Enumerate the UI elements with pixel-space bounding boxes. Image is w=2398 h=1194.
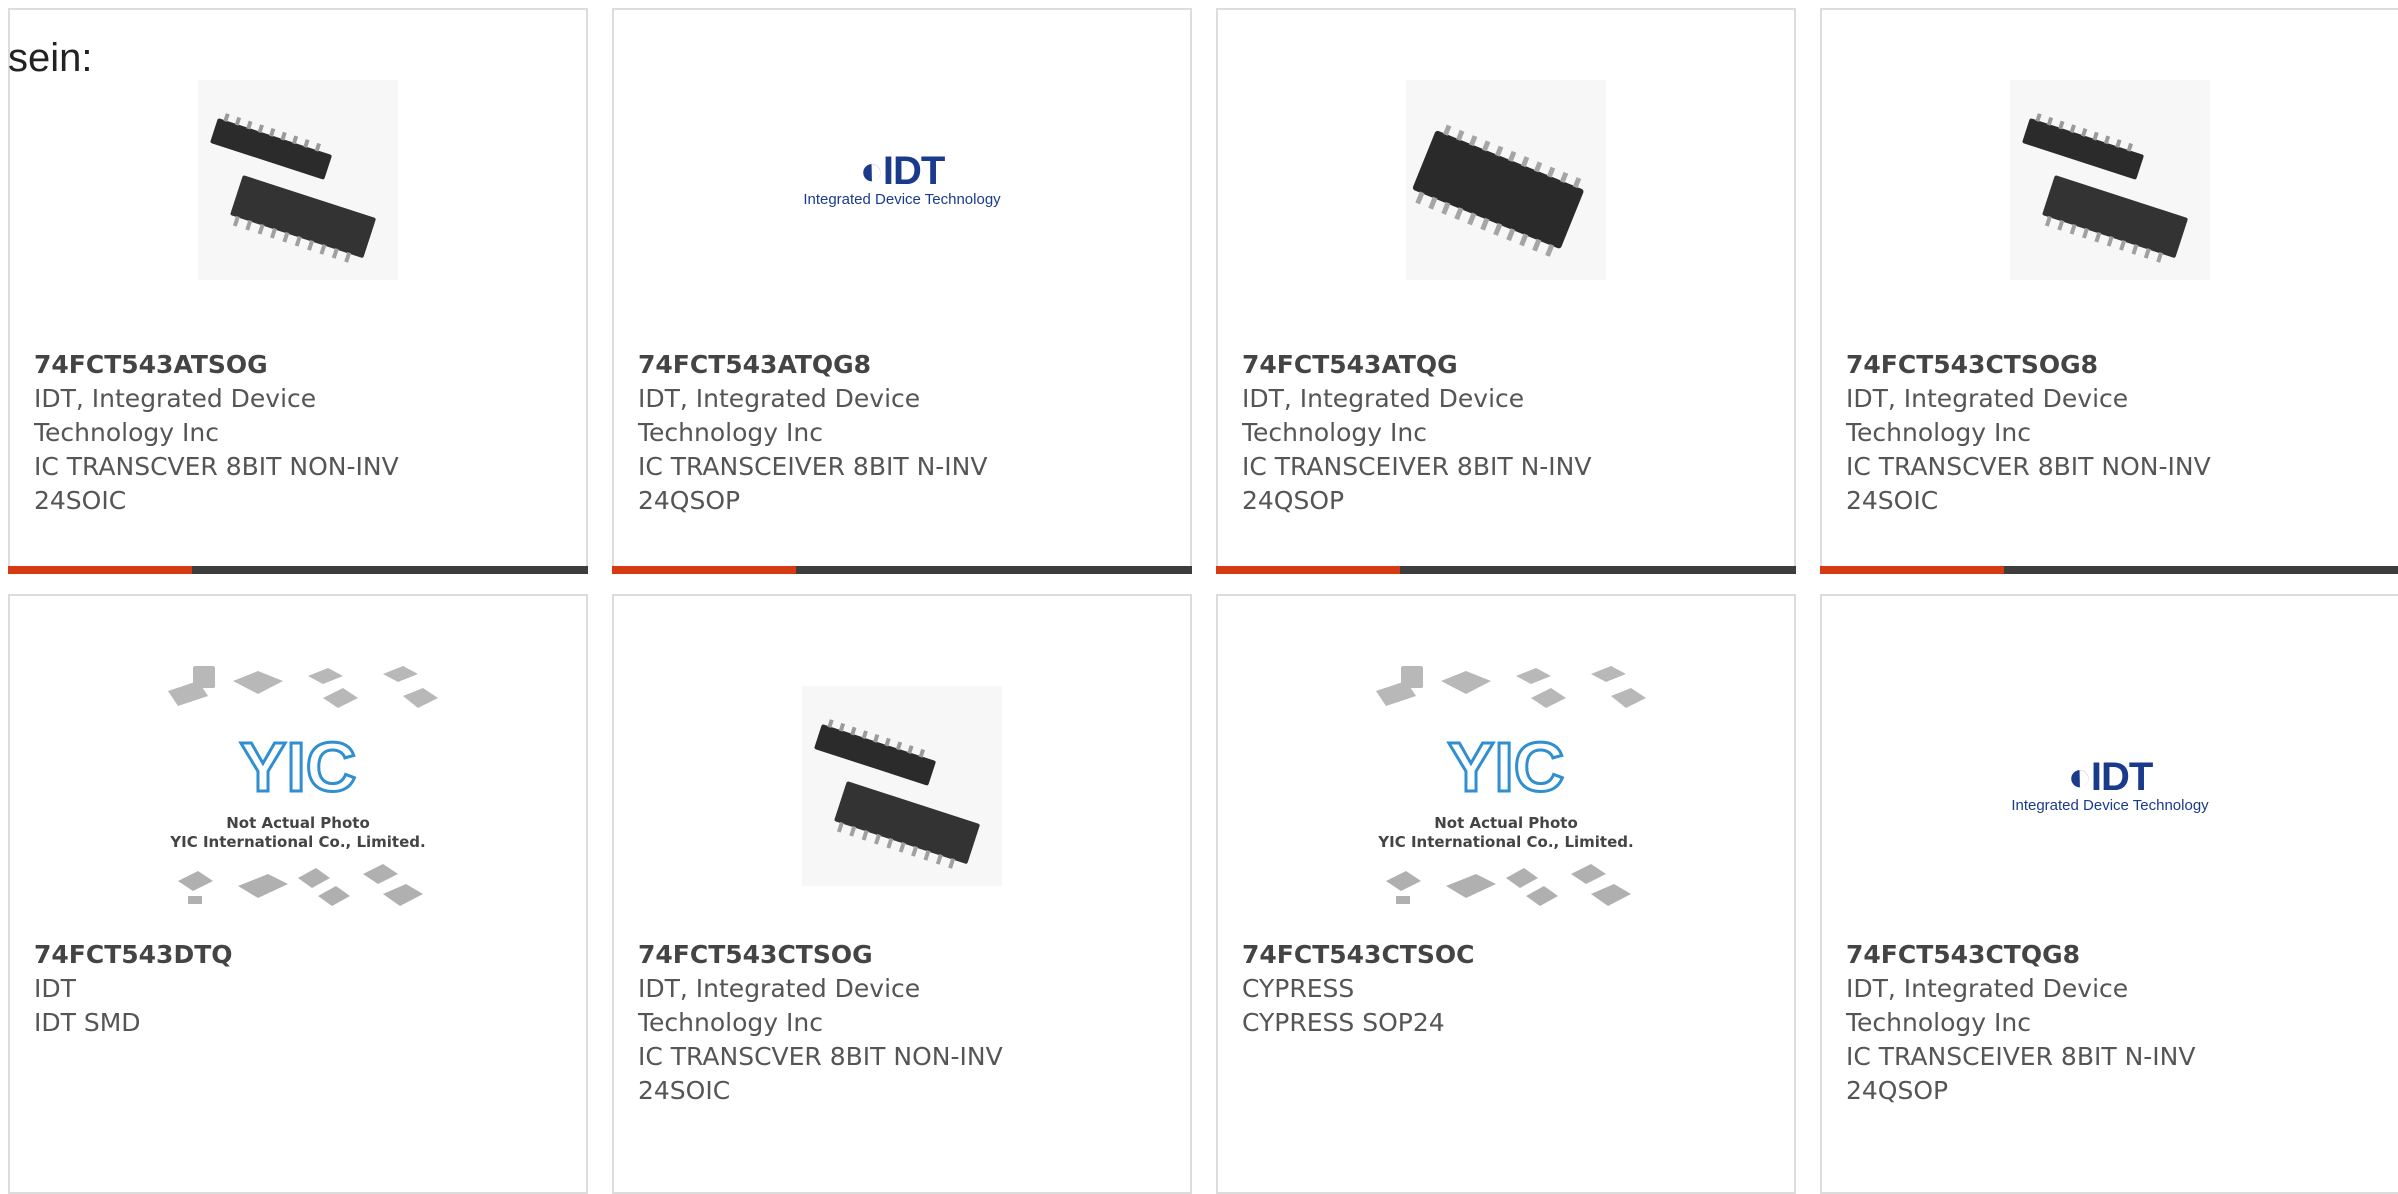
product-image[interactable]: [10, 70, 586, 290]
product-info: 74FCT543CTQG8 IDT, Integrated Device Tec…: [1846, 938, 2382, 1108]
product-info: 74FCT543ATSOG IDT, Integrated Device Tec…: [34, 348, 570, 518]
manufacturer-line: Technology Inc: [1846, 1008, 2031, 1037]
svg-text:Not Actual Photo: Not Actual Photo: [226, 814, 370, 832]
product-image[interactable]: ◐IDT Integrated Device Technology: [1822, 636, 2398, 936]
product-image[interactable]: ◐IDT Integrated Device Technology: [614, 70, 1190, 290]
page-heading: sein:: [8, 36, 93, 80]
description-line: IC TRANSCVER 8BIT NON-INV: [34, 452, 399, 481]
manufacturer-line: Technology Inc: [638, 418, 823, 447]
svg-text:YIC: YIC: [240, 728, 357, 806]
product-info: 74FCT543ATQG IDT, Integrated Device Tech…: [1242, 348, 1778, 518]
manufacturer-line: IDT: [34, 974, 76, 1003]
description-line: IC TRANSCEIVER 8BIT N-INV: [1846, 1042, 2196, 1071]
product-image[interactable]: [614, 636, 1190, 936]
manufacturer-line: Technology Inc: [1846, 418, 2031, 447]
product-card[interactable]: YIC Not Actual Photo YIC International C…: [1216, 594, 1796, 1194]
chip-photo-icon: [1406, 80, 1606, 280]
description-line: 24QSOP: [1846, 1076, 1949, 1105]
description-line: 24SOIC: [34, 486, 127, 515]
manufacturer-line: CYPRESS: [1242, 974, 1355, 1003]
manufacturer-line: IDT SMD: [34, 1008, 141, 1037]
manufacturer-line: IDT, Integrated Device: [34, 384, 317, 413]
manufacturer-line: IDT, Integrated Device: [1846, 974, 2129, 1003]
part-number[interactable]: 74FCT543ATQG: [1242, 348, 1778, 382]
placeholder-icon: YIC Not Actual Photo YIC International C…: [168, 666, 438, 906]
product-image[interactable]: YIC Not Actual Photo YIC International C…: [1218, 636, 1794, 936]
product-info: 74FCT543DTQ IDT IDT SMD: [34, 938, 570, 1040]
product-card[interactable]: 74FCT543ATSOG IDT, Integrated Device Tec…: [8, 8, 588, 574]
product-info: 74FCT543CTSOC CYPRESS CYPRESS SOP24: [1242, 938, 1778, 1040]
product-card[interactable]: ◐IDT Integrated Device Technology 74FCT5…: [612, 8, 1192, 574]
part-number[interactable]: 74FCT543CTSOG: [638, 938, 1174, 972]
part-number[interactable]: 74FCT543ATSOG: [34, 348, 570, 382]
part-number[interactable]: 74FCT543CTQG8: [1846, 938, 2382, 972]
part-number[interactable]: 74FCT543DTQ: [34, 938, 570, 972]
part-number[interactable]: 74FCT543CTSOC: [1242, 938, 1778, 972]
product-image[interactable]: [1822, 70, 2398, 290]
manufacturer-line: CYPRESS SOP24: [1242, 1008, 1445, 1037]
description-line: IC TRANSCVER 8BIT NON-INV: [638, 1042, 1003, 1071]
idt-logo-icon: ◐IDT Integrated Device Technology: [2011, 755, 2209, 814]
part-number[interactable]: 74FCT543CTSOG8: [1846, 348, 2382, 382]
card-bottom-bar: [1820, 566, 2398, 574]
description-line: 24SOIC: [638, 1076, 731, 1105]
description-line: IC TRANSCEIVER 8BIT N-INV: [638, 452, 988, 481]
description-line: 24QSOP: [1242, 486, 1345, 515]
chip-photo-icon: [198, 80, 398, 280]
card-accent-bar: [8, 566, 192, 574]
product-card[interactable]: 74FCT543ATQG IDT, Integrated Device Tech…: [1216, 8, 1796, 574]
manufacturer-line: IDT, Integrated Device: [1242, 384, 1525, 413]
placeholder-icon: YIC Not Actual Photo YIC International C…: [1376, 666, 1646, 906]
product-card[interactable]: ◐IDT Integrated Device Technology 74FCT5…: [1820, 594, 2398, 1194]
svg-text:YIC International Co., Limited: YIC International Co., Limited.: [1377, 833, 1633, 851]
card-accent-bar: [1216, 566, 1400, 574]
product-card[interactable]: 74FCT543CTSOG8 IDT, Integrated Device Te…: [1820, 8, 2398, 574]
card-accent-bar: [612, 566, 796, 574]
product-card[interactable]: 74FCT543CTSOG IDT, Integrated Device Tec…: [612, 594, 1192, 1194]
description-line: 24QSOP: [638, 486, 741, 515]
product-card[interactable]: YIC Not Actual Photo YIC International C…: [8, 594, 588, 1194]
card-bottom-bar: [1216, 566, 1796, 574]
product-info: 74FCT543CTSOG8 IDT, Integrated Device Te…: [1846, 348, 2382, 518]
chip-photo-icon: [2010, 80, 2210, 280]
chip-photo-icon: [802, 686, 1002, 886]
svg-text:YIC: YIC: [1448, 728, 1565, 806]
card-bottom-bar: [612, 566, 1192, 574]
description-line: IC TRANSCEIVER 8BIT N-INV: [1242, 452, 1592, 481]
idt-logo-icon: ◐IDT Integrated Device Technology: [803, 149, 1001, 208]
manufacturer-line: Technology Inc: [638, 1008, 823, 1037]
part-number[interactable]: 74FCT543ATQG8: [638, 348, 1174, 382]
manufacturer-line: Technology Inc: [1242, 418, 1427, 447]
manufacturer-line: IDT, Integrated Device: [638, 384, 921, 413]
description-line: 24SOIC: [1846, 486, 1939, 515]
svg-text:Not Actual Photo: Not Actual Photo: [1434, 814, 1578, 832]
product-image[interactable]: [1218, 70, 1794, 290]
card-bottom-bar: [8, 566, 588, 574]
description-line: IC TRANSCVER 8BIT NON-INV: [1846, 452, 2211, 481]
manufacturer-line: IDT, Integrated Device: [1846, 384, 2129, 413]
product-image[interactable]: YIC Not Actual Photo YIC International C…: [10, 636, 586, 936]
card-accent-bar: [1820, 566, 2004, 574]
svg-text:YIC International Co., Limited: YIC International Co., Limited.: [169, 833, 425, 851]
product-info: 74FCT543ATQG8 IDT, Integrated Device Tec…: [638, 348, 1174, 518]
product-grid: 74FCT543ATSOG IDT, Integrated Device Tec…: [8, 8, 2398, 1194]
manufacturer-line: IDT, Integrated Device: [638, 974, 921, 1003]
manufacturer-line: Technology Inc: [34, 418, 219, 447]
product-info: 74FCT543CTSOG IDT, Integrated Device Tec…: [638, 938, 1174, 1108]
